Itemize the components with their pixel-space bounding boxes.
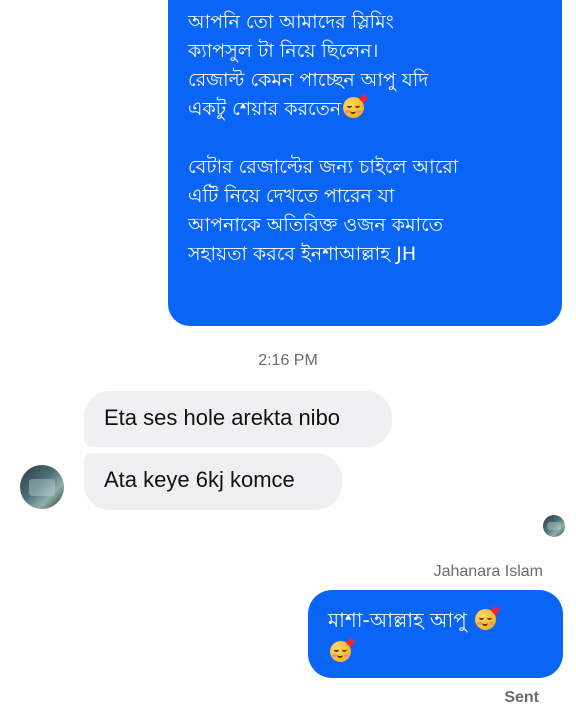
message-line: সহায়তা করবে ইনশাআল্লাহ JH [188,243,417,265]
smiling-face-with-hearts-icon [330,637,356,662]
message-line: আপনাকে অতিরিক্ত ওজন কমাতে [188,214,444,236]
message-line: আপনি তো আমাদের স্লিমিং [188,11,394,33]
outgoing-message-bubble[interactable]: আপনি তো আমাদের স্লিমিং ক্যাপসুল টা নিয়ে… [168,0,562,326]
message-line: ক্যাপসুল টা নিয়ে ছিলেন। [188,40,379,62]
message-paragraph: আপনি তো আমাদের স্লিমিং ক্যাপসুল টা নিয়ে… [188,8,552,124]
message-paragraph: বেটার রেজাল্টের জন্য চাইলে আরো এটি নিয়ে… [188,153,552,269]
message-text: Eta ses hole arekta nibo [104,405,341,430]
message-line: রেজাল্ট কেমন পাচ্ছেন আপু যদি [188,69,429,91]
smiling-face-with-hearts-icon [343,93,369,118]
seen-indicator-avatar [543,515,565,537]
incoming-message-bubble[interactable]: Eta ses hole arekta nibo [84,391,392,447]
message-line: একটু শেয়ার করতেন [188,98,342,120]
message-timestamp: 2:16 PM [258,352,318,369]
message-line: এটি নিয়ে দেখতে পারেন যা [188,185,395,207]
smiling-face-with-hearts-icon [475,605,501,630]
sender-name-label: Jahanara Islam [433,563,543,580]
message-text: মাশা-আল্লাহ আপু [328,608,467,632]
outgoing-message-bubble[interactable]: মাশা-আল্লাহ আপু [308,590,563,678]
delivery-status: Sent [504,689,539,706]
incoming-message-bubble[interactable]: Ata keye 6kj komce [84,453,342,510]
message-line: বেটার রেজাল্টের জন্য চাইলে আরো [188,156,459,178]
contact-avatar[interactable] [20,465,64,509]
message-text: Ata keye 6kj komce [104,467,295,492]
